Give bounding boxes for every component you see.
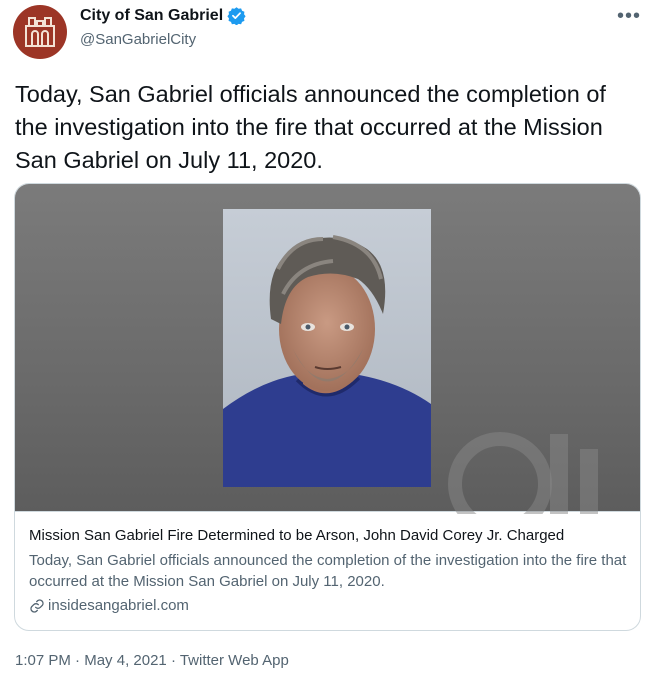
tweet-time[interactable]: 1:07 PM	[15, 652, 71, 669]
avatar[interactable]	[13, 5, 67, 59]
watermark-icon	[448, 432, 598, 514]
card-image[interactable]	[15, 184, 640, 514]
link-card[interactable]: Mission San Gabriel Fire Determined to b…	[14, 183, 641, 631]
city-seal-icon	[25, 17, 55, 47]
meta-separator: ·	[166, 652, 180, 669]
tweet-meta: 1:07 PM · May 4, 2021 · Twitter Web App	[15, 652, 289, 669]
link-icon	[29, 598, 45, 614]
tweet-source[interactable]: Twitter Web App	[180, 652, 289, 669]
tweet-date[interactable]: May 4, 2021	[84, 652, 167, 669]
card-domain[interactable]: insidesangabriel.com	[29, 597, 189, 614]
account-name-row[interactable]: City of San Gabriel	[80, 6, 246, 25]
account-name[interactable]: City of San Gabriel	[80, 7, 223, 25]
card-domain-text[interactable]: insidesangabriel.com	[48, 597, 189, 614]
tweet-text: Today, San Gabriel officials announced t…	[15, 81, 606, 173]
account-handle[interactable]: @SanGabrielCity	[80, 31, 196, 48]
card-description: Today, San Gabriel officials announced t…	[29, 552, 627, 590]
more-dots-icon[interactable]: •••	[617, 6, 641, 26]
verified-badge-icon	[227, 6, 246, 25]
mugshot-photo	[223, 209, 431, 487]
card-title[interactable]: Mission San Gabriel Fire Determined to b…	[29, 527, 564, 544]
meta-separator: ·	[70, 652, 85, 669]
